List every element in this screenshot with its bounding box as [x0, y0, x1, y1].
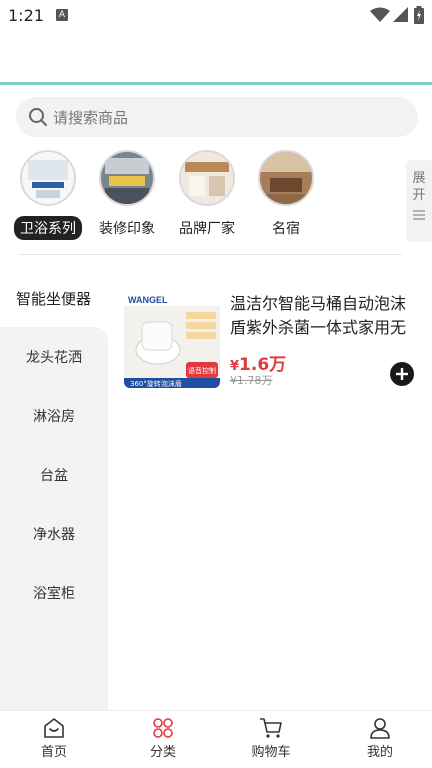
- home-icon: [44, 718, 64, 738]
- product-image-badge: 语音控制: [188, 366, 216, 375]
- header-divider: [0, 82, 432, 85]
- product-image-brand: WANGEL: [128, 295, 168, 305]
- expand-label: 展开: [412, 171, 426, 203]
- search-placeholder: 请搜索商品: [53, 109, 129, 127]
- signal-icon: [393, 7, 408, 22]
- category-label: 名宿: [272, 221, 300, 237]
- product-original-price: ¥1.78万: [230, 374, 273, 387]
- notification-icon: A: [56, 9, 68, 21]
- sidebar-item[interactable]: 净水器: [0, 524, 108, 544]
- sidebar-item[interactable]: 淋浴房: [0, 406, 108, 426]
- product-image[interactable]: WANGEL 语音控制 360°旋转泡沫盾: [124, 292, 220, 388]
- add-to-cart-icon[interactable]: [390, 362, 414, 386]
- nav-category[interactable]: 分类: [133, 717, 193, 760]
- user-icon: [370, 718, 390, 739]
- nav-profile[interactable]: 我的: [350, 717, 410, 760]
- search-icon: [29, 108, 47, 126]
- category-thumb-bathroom: [20, 150, 76, 206]
- sidebar-item[interactable]: 台盆: [0, 465, 108, 485]
- category-brand[interactable]: 品牌厂家: [167, 150, 247, 240]
- cart-icon: [260, 718, 282, 738]
- menu-icon: [413, 210, 425, 220]
- status-time: 1:21: [8, 6, 44, 25]
- sidebar-list: 龙头花洒 淋浴房 台盆 净水器 浴室柜: [0, 327, 108, 710]
- category-decoration[interactable]: 装修印象: [87, 150, 167, 240]
- category-bathroom[interactable]: 卫浴系列: [8, 150, 88, 240]
- nav-label: 我的: [366, 745, 393, 760]
- product-image-banner: 360°旋转泡沫盾: [130, 379, 182, 388]
- nav-label: 首页: [40, 745, 67, 760]
- category-thumb-homestay: [258, 150, 314, 206]
- category-label: 卫浴系列: [14, 216, 82, 240]
- product-title[interactable]: 温洁尔智能马桶自动泡沫盾紫外杀菌一体式家用无水压限制: [230, 292, 420, 340]
- category-thumb-brand: [179, 150, 235, 206]
- search-bar[interactable]: 请搜索商品: [16, 97, 418, 137]
- expand-button[interactable]: 展开: [406, 160, 432, 242]
- sidebar-item[interactable]: 龙头花洒: [0, 347, 108, 367]
- nav-home[interactable]: 首页: [24, 717, 84, 760]
- status-bar: 1:21 A: [0, 0, 432, 32]
- sidebar-item-active[interactable]: 智能坐便器: [0, 275, 108, 323]
- sidebar-item[interactable]: 浴室柜: [0, 583, 108, 603]
- bottom-nav: 首页 分类 购物车 我的: [0, 710, 432, 768]
- category-thumb-decoration: [99, 150, 155, 206]
- category-divider: [18, 254, 402, 255]
- category-icon: [153, 718, 173, 738]
- sidebar-item-label: 智能坐便器: [16, 290, 92, 308]
- nav-cart[interactable]: 购物车: [241, 717, 301, 760]
- category-label: 装修印象: [99, 221, 155, 237]
- battery-icon: [414, 6, 424, 24]
- app-root: 1:21 A 请搜索商品 卫浴系列 装修印象 品牌厂家 名宿 展开 智能坐便器 …: [0, 0, 432, 768]
- nav-label: 分类: [149, 745, 176, 760]
- product-card[interactable]: WANGEL 语音控制 360°旋转泡沫盾 温洁尔智能马桶自动泡沫盾紫外杀菌一体…: [124, 292, 418, 388]
- category-label: 品牌厂家: [179, 221, 235, 237]
- category-homestay[interactable]: 名宿: [246, 150, 326, 240]
- nav-label: 购物车: [251, 745, 291, 760]
- wifi-icon: [370, 7, 390, 22]
